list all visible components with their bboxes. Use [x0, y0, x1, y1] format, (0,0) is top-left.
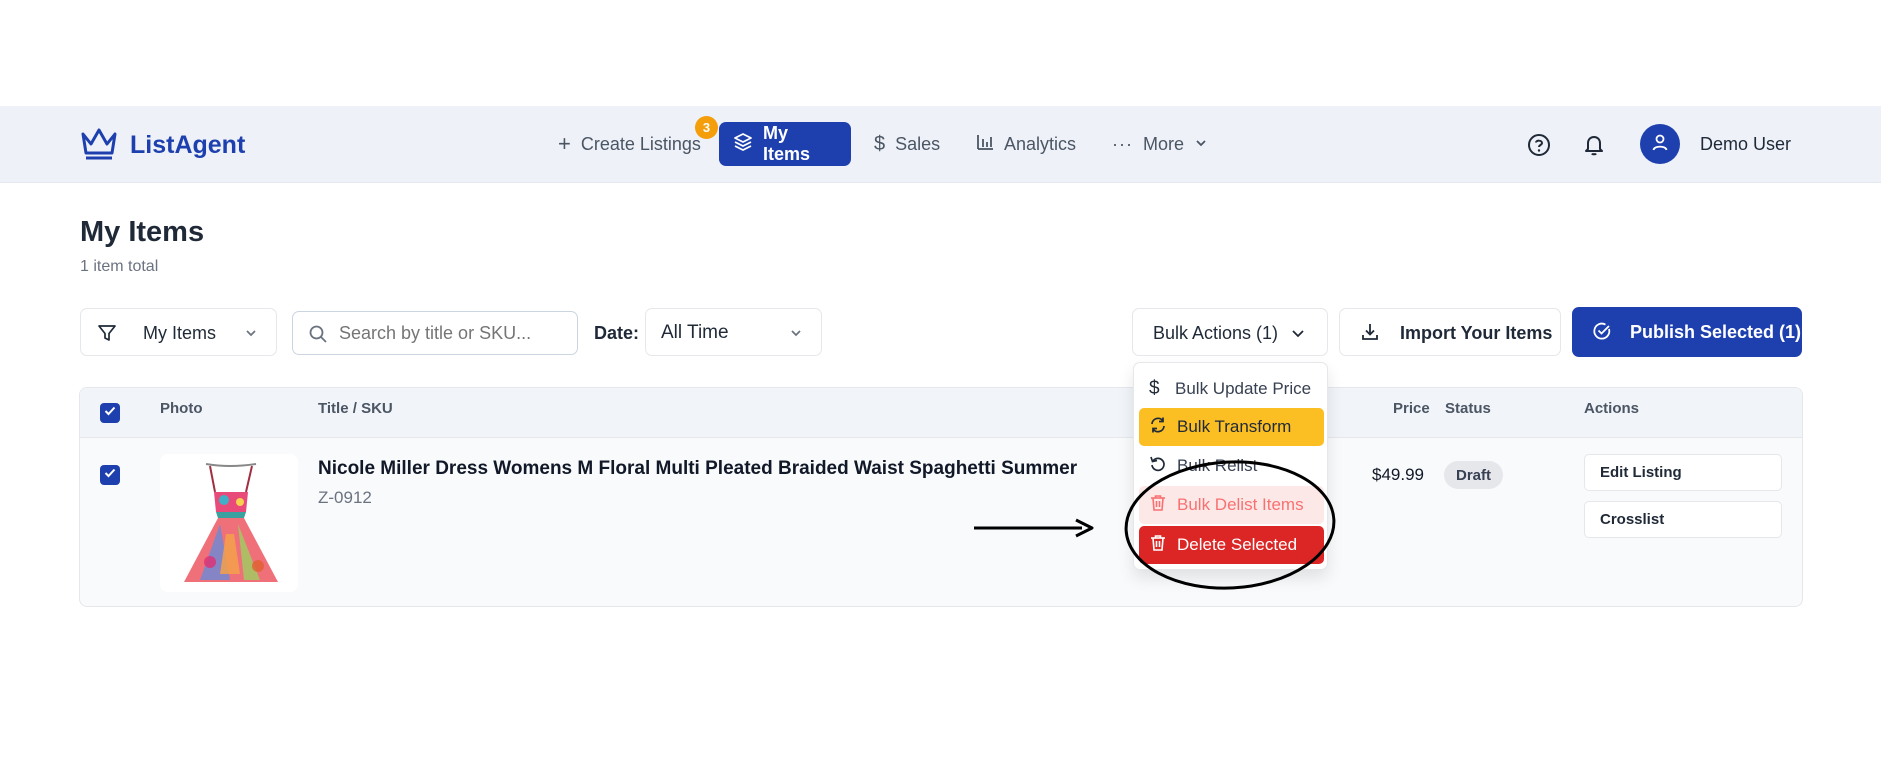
bulk-actions-label: Bulk Actions (1)	[1153, 323, 1279, 343]
nav-analytics[interactable]: Analytics	[962, 122, 1090, 166]
layers-icon	[733, 132, 753, 157]
search-field[interactable]	[292, 311, 578, 355]
more-dots-icon: ···	[1112, 133, 1133, 154]
crosslist-button[interactable]: Crosslist	[1584, 501, 1782, 538]
nav-create-listings[interactable]: + Create Listings	[544, 122, 715, 166]
dollar-icon: $	[1149, 378, 1160, 399]
item-filter-select[interactable]: My Items	[80, 308, 277, 356]
date-value: All Time	[661, 322, 729, 343]
menu-item-bulk-update-price[interactable]: $ Bulk Update Price	[1139, 370, 1324, 408]
nav-more-label: More	[1142, 133, 1184, 154]
item-title[interactable]: Nicole Miller Dress Womens M Floral Mult…	[318, 458, 1077, 480]
column-header-title-sku: Title / SKU	[318, 400, 393, 417]
create-listings-count-badge: 3	[695, 116, 718, 139]
help-icon[interactable]	[1526, 132, 1552, 158]
status-badge: Draft	[1444, 461, 1504, 489]
item-price: $49.99	[1372, 465, 1424, 484]
avatar[interactable]	[1640, 124, 1680, 164]
checkmark-icon	[103, 404, 117, 423]
bar-chart-icon	[976, 133, 994, 156]
chevron-down-icon	[1290, 325, 1306, 346]
date-label: Date:	[594, 323, 640, 343]
nav-sales-label: Sales	[895, 133, 941, 154]
column-header-actions: Actions	[1584, 400, 1640, 417]
annotation-circle	[1124, 460, 1336, 590]
publish-selected-button[interactable]: Publish Selected (1)	[1572, 307, 1802, 357]
menu-item-label: Bulk Transform	[1177, 417, 1292, 436]
chevron-down-icon	[1194, 134, 1208, 155]
column-header-photo: Photo	[160, 400, 203, 417]
dress-image	[184, 463, 278, 582]
nav-more[interactable]: ··· More	[1098, 122, 1222, 166]
nav-my-items[interactable]: My Items	[719, 122, 851, 166]
nav-my-items-label: My Items	[763, 123, 811, 164]
refresh-icon	[1149, 416, 1167, 439]
chevron-down-icon	[244, 326, 258, 345]
column-header-price: Price	[1393, 400, 1430, 417]
nav-create-listings-label: Create Listings	[580, 133, 701, 154]
checkmark-icon	[103, 466, 117, 485]
chevron-down-icon	[789, 326, 803, 345]
publish-selected-label: Publish Selected (1)	[1630, 322, 1802, 342]
menu-item-label: Bulk Update Price	[1175, 379, 1312, 398]
search-icon	[308, 324, 328, 349]
item-count: 1 item total	[80, 258, 159, 275]
user-icon	[1650, 132, 1670, 157]
bulk-actions-button[interactable]: Bulk Actions (1)	[1132, 308, 1328, 356]
nav-sales[interactable]: $ Sales	[860, 122, 954, 166]
plus-icon: +	[558, 131, 571, 156]
check-circle-icon	[1592, 321, 1612, 346]
table-header: Photo Title / SKU Price Status Actions	[80, 388, 1802, 438]
filter-value: My Items	[143, 323, 217, 343]
row-select-checkbox[interactable]	[100, 465, 120, 485]
menu-item-bulk-transform[interactable]: Bulk Transform	[1139, 408, 1324, 446]
item-photo[interactable]	[160, 454, 298, 592]
items-table: Photo Title / SKU Price Status Actions N…	[79, 387, 1803, 607]
download-icon	[1360, 322, 1380, 347]
date-range-select[interactable]: All Time	[645, 308, 822, 356]
bell-icon[interactable]	[1581, 132, 1607, 158]
crown-icon	[80, 126, 118, 165]
import-items-button[interactable]: Import Your Items	[1339, 308, 1561, 356]
nav-analytics-label: Analytics	[1004, 133, 1077, 154]
brand-name: ListAgent	[130, 131, 246, 159]
filter-icon	[97, 323, 117, 348]
edit-listing-button[interactable]: Edit Listing	[1584, 454, 1782, 491]
user-name[interactable]: Demo User	[1700, 134, 1791, 155]
top-navigation-bar: ListAgent + Create Listings 3 My Items $…	[0, 106, 1881, 183]
page-title: My Items	[80, 216, 205, 248]
select-all-checkbox[interactable]	[100, 403, 120, 423]
import-items-label: Import Your Items	[1400, 323, 1553, 343]
item-sku: Z-0912	[318, 488, 372, 507]
brand-logo[interactable]: ListAgent	[80, 126, 245, 165]
search-input[interactable]	[337, 320, 567, 346]
dollar-icon: $	[874, 132, 886, 155]
annotation-arrow	[974, 518, 1094, 538]
column-header-status: Status	[1445, 400, 1491, 417]
